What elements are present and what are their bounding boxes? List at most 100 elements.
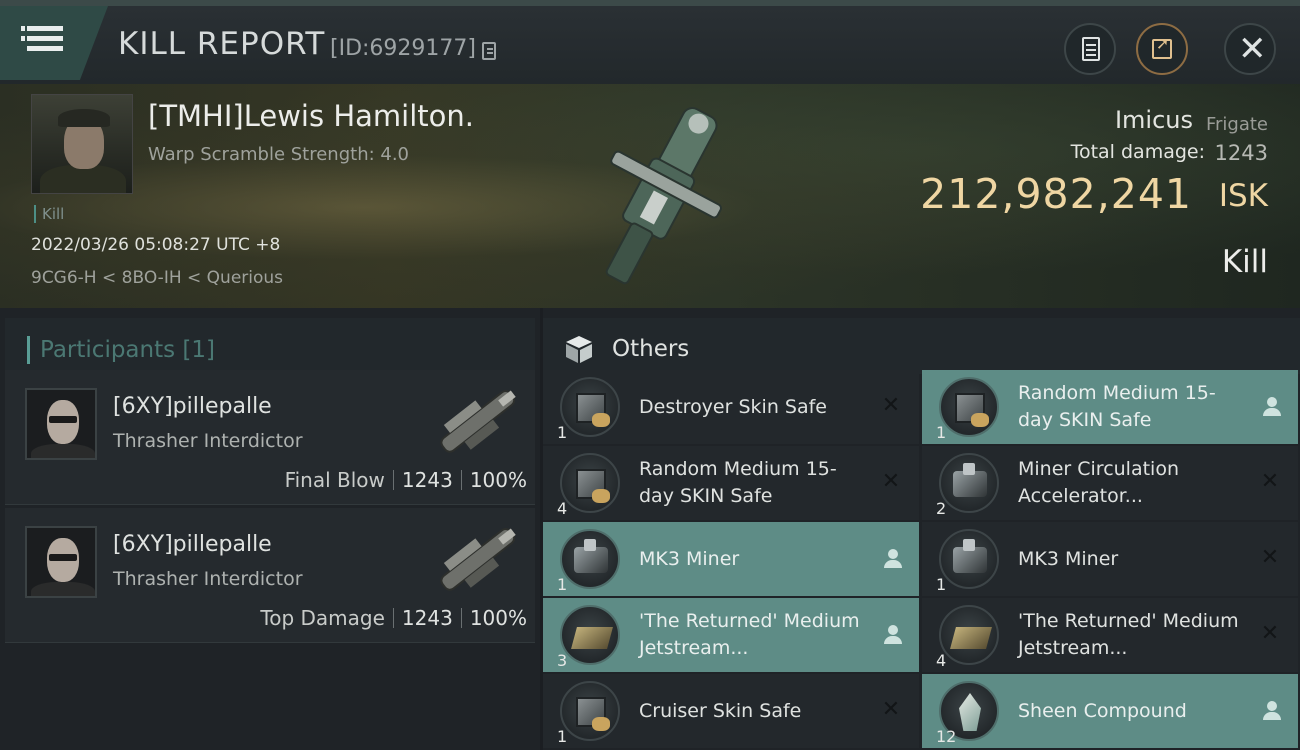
victim-ship-class: Frigate — [1205, 114, 1268, 135]
skin-safe-icon — [939, 377, 999, 437]
participant-card[interactable]: [6XY]pillepalle Thrasher Interdictor Top… — [5, 508, 535, 643]
destroyed-icon: ✕ — [881, 697, 901, 722]
destroyed-icon: ✕ — [1260, 469, 1280, 494]
item-name: Random Medium 15-day SKIN Safe — [639, 458, 837, 507]
report-id: [ID:6929177] — [330, 36, 476, 61]
item-row[interactable]: 1 MK3 Miner — [543, 522, 919, 596]
item-row[interactable]: 12 Sheen Compound — [922, 674, 1298, 748]
total-damage-value: 1243 — [1214, 141, 1268, 165]
kill-result: Kill — [1221, 244, 1268, 280]
participant-name[interactable]: [6XY]pillepalle — [113, 394, 272, 419]
item-name: Cruiser Skin Safe — [639, 699, 802, 722]
victim-name[interactable]: [TMHI]Lewis Hamilton. — [148, 99, 474, 133]
person-icon — [1261, 396, 1283, 418]
item-quantity: 1 — [557, 727, 568, 746]
kill-tag: Kill — [34, 205, 64, 223]
participant-role: Top Damage — [260, 606, 385, 630]
participant-percent: 100% — [469, 468, 527, 492]
item-quantity: 3 — [557, 651, 568, 670]
total-damage-label: Total damage: — [1070, 141, 1205, 163]
participant-damage: 1243 — [401, 468, 453, 492]
participant-stats: Final Blow 1243 100% — [285, 468, 527, 492]
item-name: Destroyer Skin Safe — [639, 395, 827, 418]
participant-percent: 100% — [469, 606, 527, 630]
participant-ship: Thrasher Interdictor — [113, 430, 303, 452]
item-name: Miner Circulation Accelerator... — [1018, 458, 1179, 507]
participant-card[interactable]: [6XY]pillepalle Thrasher Interdictor Fin… — [5, 370, 535, 505]
participants-panel: Participants [1] [6XY]pillepalle Thrashe… — [0, 308, 540, 750]
item-row[interactable]: 1 Random Medium 15-day SKIN Safe — [922, 370, 1298, 444]
isk-unit: ISK — [1218, 178, 1268, 214]
item-quantity: 2 — [936, 499, 947, 518]
destroyed-icon: ✕ — [881, 393, 901, 418]
item-row[interactable]: 2 Miner Circulation Accelerator... ✕ — [922, 446, 1298, 520]
item-quantity: 12 — [936, 727, 957, 746]
destroyed-icon: ✕ — [881, 469, 901, 494]
kill-datetime: 2022/03/26 05:08:27 UTC +8 — [31, 235, 281, 255]
participant-portrait[interactable] — [25, 526, 97, 598]
participant-damage: 1243 — [401, 606, 453, 630]
item-quantity: 1 — [936, 575, 947, 594]
item-quantity: 1 — [557, 575, 568, 594]
item-row[interactable]: 1 Destroyer Skin Safe ✕ — [543, 370, 919, 444]
participant-portrait[interactable] — [25, 388, 97, 460]
participant-ship: Thrasher Interdictor — [113, 568, 303, 590]
others-panel: Others 1 Destroyer Skin Safe ✕ 1 Random … — [543, 308, 1300, 750]
item-quantity: 4 — [557, 499, 568, 518]
person-icon — [882, 624, 904, 646]
person-icon — [882, 548, 904, 570]
item-row[interactable]: 1 MK3 Miner ✕ — [922, 522, 1298, 596]
share-icon — [1152, 34, 1172, 59]
item-name: 'The Returned' Medium Jetstream... — [639, 610, 860, 659]
header-bar: KILL REPORT [ID:6929177] ✕ — [0, 0, 1300, 84]
jetstream-icon — [560, 605, 620, 665]
participants-heading: Participants [1] — [27, 336, 215, 364]
participant-name[interactable]: [6XY]pillepalle — [113, 532, 272, 557]
victim-portrait[interactable] — [31, 94, 133, 194]
jetstream-icon — [939, 605, 999, 665]
report-button[interactable] — [1064, 23, 1116, 75]
item-name: MK3 Miner — [639, 547, 740, 570]
participants-header: Participants [1] — [5, 318, 535, 374]
miner-icon — [560, 529, 620, 589]
item-name: MK3 Miner — [1018, 547, 1119, 570]
menu-icon — [21, 26, 63, 31]
kill-location: 9CG6-H < 8BO-IH < Querious — [31, 268, 284, 288]
copy-id-icon[interactable] — [482, 42, 496, 60]
participant-ship-image[interactable] — [425, 374, 530, 469]
item-quantity: 1 — [936, 423, 947, 442]
share-button[interactable] — [1136, 23, 1188, 75]
page-title: KILL REPORT — [118, 26, 326, 62]
item-row[interactable]: 4 'The Returned' Medium Jetstream... ✕ — [922, 598, 1298, 672]
item-quantity: 4 — [936, 651, 947, 670]
others-heading: Others — [612, 336, 690, 362]
item-name: Random Medium 15-day SKIN Safe — [1018, 382, 1216, 431]
isk-value: 212,982,241 — [920, 170, 1192, 218]
item-quantity: 1 — [557, 423, 568, 442]
module-icon — [939, 453, 999, 513]
clipboard-icon — [1082, 37, 1100, 61]
miner-icon — [939, 529, 999, 589]
victim-ship-name[interactable]: Imicus — [1115, 106, 1193, 134]
item-name: Sheen Compound — [1018, 699, 1187, 722]
cube-icon — [566, 336, 592, 363]
participant-ship-image[interactable] — [425, 512, 530, 607]
destroyed-icon: ✕ — [1260, 621, 1280, 646]
skin-safe-icon — [560, 453, 620, 513]
menu-button[interactable] — [0, 6, 108, 80]
item-name: 'The Returned' Medium Jetstream... — [1018, 610, 1239, 659]
skin-safe-icon — [560, 681, 620, 741]
item-row[interactable]: 1 Cruiser Skin Safe ✕ — [543, 674, 919, 748]
participant-stats: Top Damage 1243 100% — [260, 606, 527, 630]
close-button[interactable]: ✕ — [1224, 23, 1276, 75]
person-icon — [1261, 700, 1283, 722]
victim-banner: [TMHI]Lewis Hamilton. Warp Scramble Stre… — [0, 84, 1300, 308]
item-row[interactable]: 4 Random Medium 15-day SKIN Safe ✕ — [543, 446, 919, 520]
destroyed-icon: ✕ — [1260, 545, 1280, 570]
skin-safe-icon — [560, 377, 620, 437]
item-row[interactable]: 3 'The Returned' Medium Jetstream... — [543, 598, 919, 672]
participant-role: Final Blow — [284, 468, 385, 492]
others-header: Others — [543, 318, 1300, 374]
warp-scramble-strength: Warp Scramble Strength: 4.0 — [148, 144, 410, 165]
victim-ship-image[interactable] — [560, 84, 760, 308]
